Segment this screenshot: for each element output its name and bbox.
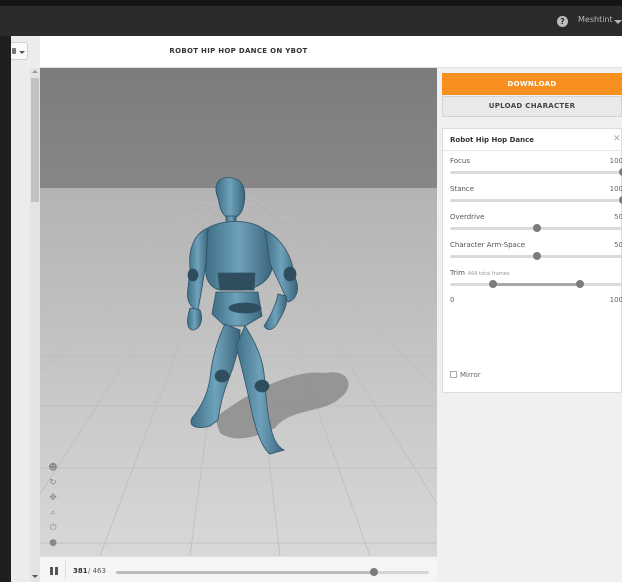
chevron-down-icon xyxy=(19,51,25,54)
playback-bar: 381 / 463 xyxy=(40,556,437,582)
3d-viewport[interactable]: ☻ ↻ ✥ ⌕ ⏻ ● xyxy=(40,68,437,556)
slider-track[interactable] xyxy=(450,196,622,204)
viewer-title-bar: ROBOT HIP HOP DANCE ON YBOT xyxy=(40,36,622,68)
pause-icon[interactable] xyxy=(50,567,58,575)
slider-track[interactable] xyxy=(450,168,622,176)
top-bar: ? Meshtint xyxy=(0,0,622,36)
param-arm-space: Character Arm-Space 50 xyxy=(450,241,622,267)
zoom-icon[interactable]: ⌕ xyxy=(48,508,58,518)
trim-label: Trim 464 total frames xyxy=(450,269,510,277)
viewport-toolbar: ☻ ↻ ✥ ⌕ ⏻ ● xyxy=(48,463,60,553)
rotate-icon[interactable]: ↻ xyxy=(48,478,58,488)
scroll-up-icon[interactable] xyxy=(32,70,38,73)
settings-icon xyxy=(12,48,16,54)
trim-sublabel: 464 total frames xyxy=(467,271,510,277)
camera-icon[interactable]: ● xyxy=(48,538,58,548)
scroll-down-icon[interactable] xyxy=(32,575,38,578)
trim-end-handle[interactable] xyxy=(575,280,584,288)
param-stance: Stance 100 xyxy=(450,185,622,211)
panel-dropdown[interactable] xyxy=(11,42,28,60)
caret-down-icon[interactable] xyxy=(614,20,622,24)
slider-handle[interactable] xyxy=(532,224,541,232)
mirror-checkbox[interactable]: Mirror xyxy=(450,371,481,379)
scrollbar-thumb[interactable] xyxy=(31,78,39,202)
upload-character-button[interactable]: UPLOAD CHARACTER xyxy=(442,96,622,117)
param-value: 100 xyxy=(609,157,622,165)
param-focus: Focus 100 xyxy=(450,157,622,183)
move-icon[interactable]: ✥ xyxy=(48,493,58,503)
slider-track[interactable] xyxy=(450,224,622,232)
param-label: Stance xyxy=(450,185,475,193)
character-icon[interactable]: ☻ xyxy=(48,463,58,473)
power-icon[interactable]: ⏻ xyxy=(48,523,58,533)
trim-max: 100 xyxy=(609,296,622,304)
param-value: 50 xyxy=(614,241,622,249)
current-frame: 381 xyxy=(73,567,88,575)
close-icon[interactable]: ✕ xyxy=(613,134,621,144)
slider-track[interactable] xyxy=(450,252,622,260)
timeline-handle[interactable] xyxy=(369,568,378,576)
animation-settings-card: Robot Hip Hop Dance ✕ Focus 100 Stance 1… xyxy=(442,128,622,393)
animation-title: ROBOT HIP HOP DANCE ON YBOT xyxy=(169,47,308,55)
question-circle-icon[interactable]: ? xyxy=(557,16,568,27)
left-scrollbar[interactable] xyxy=(30,68,40,582)
timeline-track[interactable] xyxy=(116,568,429,576)
left-panel xyxy=(11,36,40,582)
param-value: 100 xyxy=(609,185,622,193)
mirror-label: Mirror xyxy=(460,371,481,379)
param-overdrive: Overdrive 50 xyxy=(450,213,622,239)
animation-name: Robot Hip Hop Dance xyxy=(450,136,535,144)
trim-range-track[interactable] xyxy=(450,280,622,288)
right-panel: DOWNLOAD UPLOAD CHARACTER Robot Hip Hop … xyxy=(437,68,622,582)
param-label: Focus xyxy=(450,157,470,165)
slider-handle[interactable] xyxy=(532,252,541,260)
trim-range xyxy=(493,283,580,286)
card-header: Robot Hip Hop Dance ✕ xyxy=(443,129,622,151)
timeline-progress xyxy=(116,571,374,574)
download-button[interactable]: DOWNLOAD xyxy=(442,73,622,95)
trim-min: 0 xyxy=(450,296,455,304)
trim-start-handle[interactable] xyxy=(489,280,498,288)
checkbox-box[interactable] xyxy=(450,371,457,378)
param-label: Character Arm-Space xyxy=(450,241,526,249)
param-label: Overdrive xyxy=(450,213,485,221)
param-trim: Trim 464 total frames 0 100 xyxy=(450,269,622,319)
divider xyxy=(65,561,66,579)
param-value: 50 xyxy=(614,213,622,221)
user-menu[interactable]: Meshtint xyxy=(578,15,613,24)
left-edge xyxy=(0,36,11,582)
scene-render xyxy=(40,68,437,556)
total-frames: / 463 xyxy=(88,567,106,575)
